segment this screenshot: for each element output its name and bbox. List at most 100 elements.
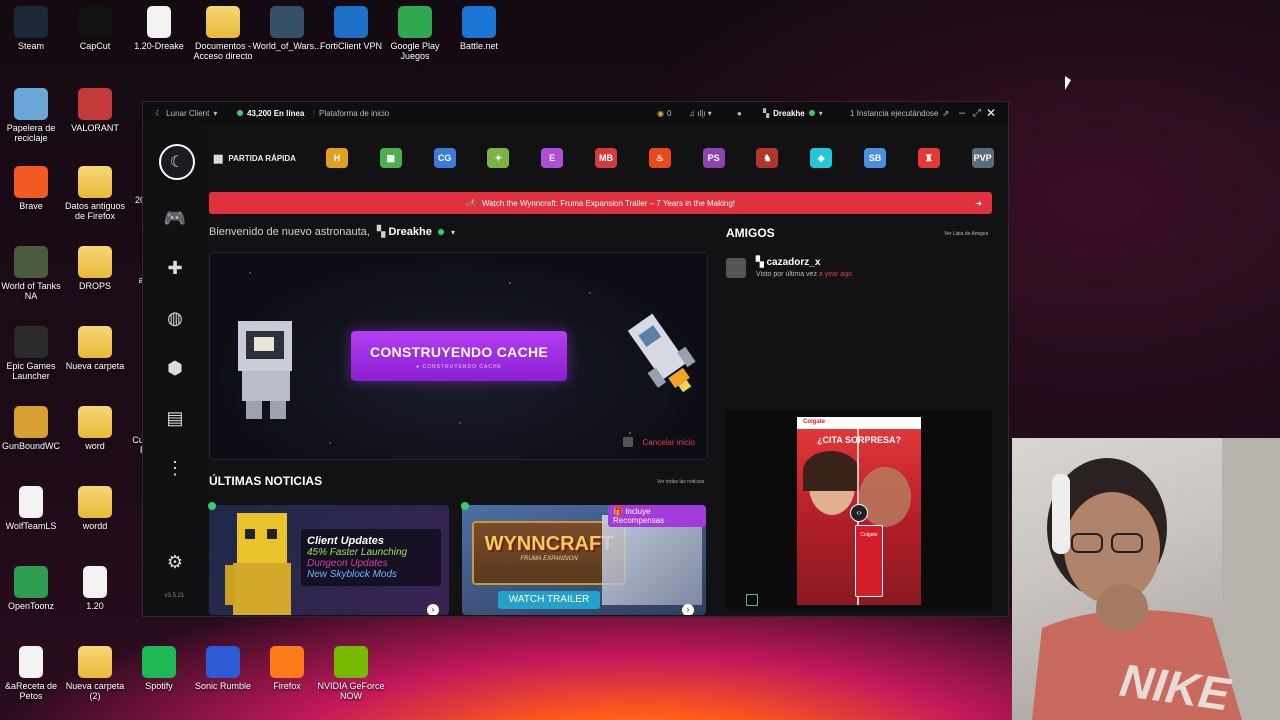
desktop-icon[interactable]: VALORANT: [60, 88, 130, 133]
game-shortcut-icon[interactable]: ♜: [917, 148, 940, 168]
game-shortcut-icon[interactable]: ♨: [648, 148, 671, 168]
desktop-icon[interactable]: wordd: [60, 486, 130, 531]
stop-icon: [622, 437, 633, 447]
instance-status[interactable]: 1 Instancia ejecutándose ⇗: [850, 102, 949, 124]
announcement-banner[interactable]: 📣 Watch the Wynncraft: Fruma Expansion T…: [209, 192, 992, 214]
app-name[interactable]: ☾ Lunar Client ▾: [155, 102, 217, 124]
app-icon: [14, 88, 48, 120]
desktop-icon[interactable]: Steam: [0, 6, 66, 51]
desktop-icon[interactable]: Datos antiguos de Firefox: [60, 166, 130, 221]
settings-icon[interactable]: ⚙: [163, 550, 187, 574]
desktop-icon[interactable]: word: [60, 406, 130, 451]
close-button[interactable]: ✕: [986, 102, 996, 124]
folder-icon: [78, 166, 112, 198]
game-shortcut-icon[interactable]: PS: [702, 148, 725, 168]
app-icon: [334, 646, 368, 678]
desktop-icon-label: Nueva carpeta: [65, 361, 125, 371]
desktop-icon[interactable]: WolfTeamLS: [0, 486, 66, 531]
desktop-icon[interactable]: Nueva carpeta (2): [60, 646, 130, 701]
game-shortcut-icon[interactable]: ▦: [379, 148, 402, 168]
news-card-wynncraft[interactable]: WYNNCRAFT FRUMA EXPANSION 🎁 Incluye Reco…: [462, 505, 706, 615]
welcome-message: Bienvenido de nuevo astronauta, ▚ Dreakh…: [209, 226, 455, 238]
game-shortcut-icon[interactable]: ◆: [810, 148, 833, 168]
arrow-right-icon: ›: [427, 604, 439, 615]
desktop-icon[interactable]: Battle.net: [444, 6, 514, 51]
notification-icon[interactable]: ●: [737, 102, 742, 124]
desktop-icon[interactable]: Epic Games Launcher: [0, 326, 66, 381]
desktop-icon[interactable]: FortiClient VPN: [316, 6, 386, 51]
music-icon[interactable]: ♫ ıl|ı ▾: [689, 102, 712, 124]
globe-icon[interactable]: ◍: [163, 306, 187, 330]
desktop-icon[interactable]: Firefox: [252, 646, 322, 691]
desktop-icon[interactable]: NVIDIA GeForce NOW: [316, 646, 386, 701]
desktop-icon[interactable]: Documentos - Acceso directo: [188, 6, 258, 61]
desktop-icon-label: Spotify: [145, 681, 173, 691]
game-shortcut-icon[interactable]: E: [541, 148, 564, 168]
desktop-icon[interactable]: DROPS: [60, 246, 130, 291]
minimize-button[interactable]: –: [959, 102, 965, 124]
desktop-icon[interactable]: CapCut: [60, 6, 130, 51]
game-shortcut-icon[interactable]: SB: [864, 148, 886, 168]
game-shortcut-icon[interactable]: CG: [433, 148, 456, 168]
desktop-icon[interactable]: OpenToonz: [0, 566, 66, 611]
more-options-icon[interactable]: ⋮: [163, 456, 187, 480]
desktop-icon-label: Firefox: [273, 681, 301, 691]
avatar: [726, 258, 746, 278]
game-shortcut-icon[interactable]: ✦: [487, 148, 510, 168]
desktop-icon-label: 1.20: [86, 601, 104, 611]
desktop-icon[interactable]: Papelera de reciclaje: [0, 88, 66, 143]
user-menu[interactable]: ▚ Dreakhe ▾: [763, 102, 823, 124]
desktop-icon[interactable]: Google Play Juegos: [380, 6, 450, 61]
folder-icon: [78, 246, 112, 278]
cancel-launch-button[interactable]: Cancelar inicio: [622, 437, 695, 447]
game-shortcut-icon[interactable]: MB: [595, 148, 617, 168]
desktop-icon-label: DROPS: [78, 281, 111, 291]
coin-balance[interactable]: ◉ 0: [657, 102, 671, 124]
app-icon: [14, 566, 48, 598]
webcam-overlay: NIKE: [1012, 438, 1280, 720]
puzzle-icon[interactable]: ✚: [163, 256, 187, 280]
desktop-icon[interactable]: Sonic Rumble: [188, 646, 258, 691]
ad-info-icon[interactable]: [746, 594, 758, 606]
app-icon: [270, 646, 304, 678]
app-icon: [78, 6, 112, 38]
desktop-icon[interactable]: Nueva carpeta: [60, 326, 130, 371]
desktop-icon[interactable]: 1.20: [60, 566, 130, 611]
game-shortcut-icon[interactable]: ♞: [756, 148, 779, 168]
quick-play-button[interactable]: ▦ PARTIDA RÁPIDA: [213, 145, 299, 171]
cubes-icon[interactable]: ⬢: [163, 356, 187, 380]
lunar-logo-icon[interactable]: ☾: [159, 144, 195, 180]
desktop-icon[interactable]: 1.20-Dreake: [124, 6, 194, 51]
chevron-down-icon[interactable]: ▾: [451, 228, 455, 237]
desktop-icon[interactable]: World of Tanks NA: [0, 246, 66, 301]
desktop-icon[interactable]: GunBoundWC: [0, 406, 66, 451]
building-cache-button[interactable]: CONSTRUYENDO CACHE ● CONSTRUYENDO CACHE: [351, 331, 567, 381]
watch-trailer-button[interactable]: WATCH TRAILER: [498, 591, 600, 609]
desktop-icon-label: wordd: [82, 521, 108, 531]
see-all-news-link[interactable]: Ver todas las noticias: [657, 479, 704, 485]
desktop-icon-label: FortiClient VPN: [319, 41, 382, 51]
desktop-icon-label: Papelera de reciclaje: [6, 123, 56, 143]
compare-slider-icon[interactable]: ‹›: [850, 504, 868, 522]
desktop-icon-label: Battle.net: [459, 41, 499, 51]
platform-icon: ▚: [756, 257, 764, 268]
news-card-client-updates[interactable]: Client Updates 45% Faster Launching Dung…: [209, 505, 449, 615]
robot-illustration: [602, 515, 702, 605]
desktop-icon[interactable]: Brave: [0, 166, 66, 211]
app-icon: [270, 6, 304, 38]
external-link-icon: ⇗: [942, 108, 950, 118]
gamepad-icon[interactable]: 🎮: [163, 206, 187, 230]
maximize-button[interactable]: ⤢: [973, 102, 981, 124]
file-icon: [19, 486, 43, 518]
desktop-icon-label: GunBoundWC: [1, 441, 61, 451]
game-shortcut-icon[interactable]: H: [326, 148, 348, 168]
game-shortcut-icon[interactable]: PVP: [971, 148, 994, 168]
chevron-down-icon: ▾: [213, 108, 218, 118]
ad-panel[interactable]: Colgate ¿CITA SORPRESA? ‹› Colgate: [726, 410, 992, 609]
news-icon[interactable]: ▤: [163, 406, 187, 430]
desktop-icon[interactable]: Spotify: [124, 646, 194, 691]
desktop-icon[interactable]: &aReceta de Petos: [0, 646, 66, 701]
friends-list-link[interactable]: Ver Lista de Amigos: [944, 231, 988, 237]
friend-item[interactable]: ▚ cazadorz_x Visto por última vez a year…: [726, 256, 986, 282]
desktop-icon[interactable]: World_of_Wars...: [252, 6, 322, 51]
